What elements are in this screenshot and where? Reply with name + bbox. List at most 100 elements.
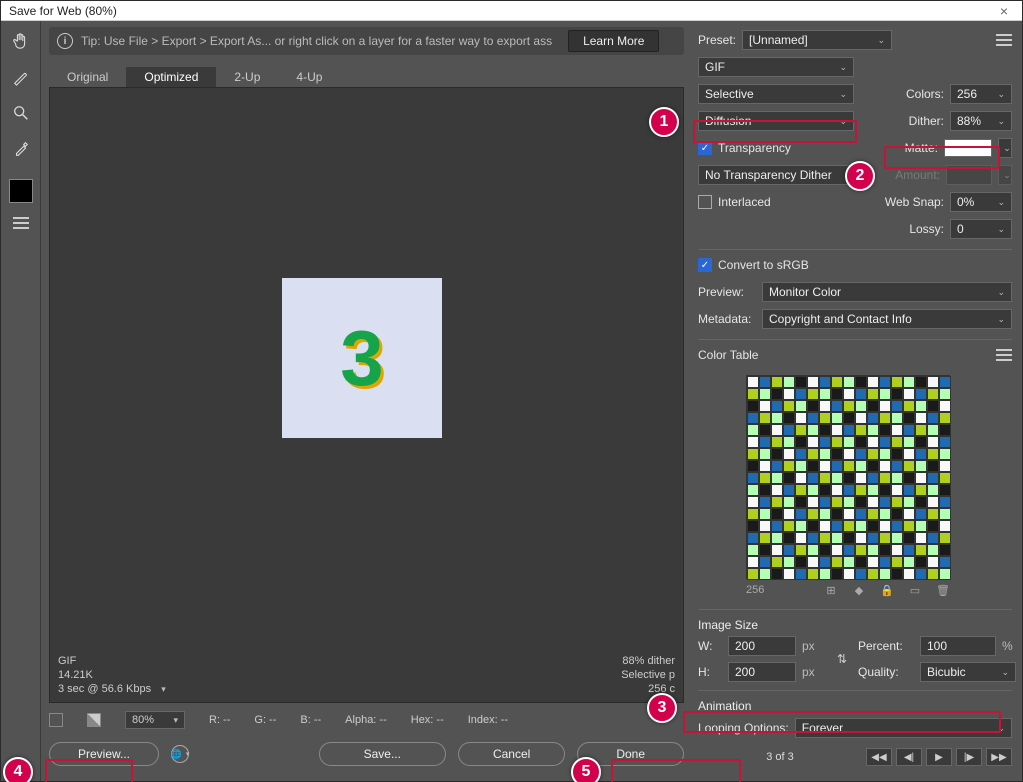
- link-dimensions-icon[interactable]: ⇅: [832, 652, 852, 666]
- zoom-select[interactable]: 80%▾: [125, 711, 185, 729]
- preview-button[interactable]: Preview...: [49, 742, 159, 766]
- color-table-toolbar: 256 ⊞ ◆ 🔒 ▭ 🗑: [746, 583, 950, 597]
- settings-panel: Preset: [Unnamed]⌄ GIF⌄ Selective⌄ Color…: [692, 21, 1022, 781]
- tab-4up[interactable]: 4-Up: [278, 67, 340, 87]
- srgb-checkbox[interactable]: ✓: [698, 258, 712, 272]
- quality-select[interactable]: Bicubic⌄: [920, 662, 1016, 682]
- preview-profile-label: Preview:: [698, 285, 756, 299]
- height-unit: px: [802, 665, 826, 679]
- interlaced-checkbox[interactable]: [698, 195, 712, 209]
- readout-hex: Hex: --: [411, 714, 444, 726]
- interlaced-label: Interlaced: [718, 195, 771, 209]
- cancel-button[interactable]: Cancel: [458, 742, 565, 766]
- animation-label: Animation: [698, 699, 1012, 713]
- metadata-select[interactable]: Copyright and Contact Info⌄: [762, 309, 1012, 329]
- readout-alpha: Alpha: --: [345, 714, 387, 726]
- titlebar: Save for Web (80%) ×: [1, 1, 1022, 21]
- matte-dropdown[interactable]: ⌄: [998, 138, 1012, 158]
- preset-label: Preset:: [698, 33, 736, 47]
- matte-swatch[interactable]: [944, 139, 992, 157]
- window-title: Save for Web (80%): [9, 4, 117, 18]
- lossy-label: Lossy:: [909, 222, 944, 236]
- preview-profile-select[interactable]: Monitor Color⌄: [762, 282, 1012, 302]
- preview-info-left: GIF 14.21K 3 sec @ 56.6 Kbps ▾: [58, 654, 166, 696]
- preview-area[interactable]: 3 GIF 14.21K 3 sec @ 56.6 Kbps ▾ 88% dit…: [49, 87, 684, 703]
- slice-overlay-toggle[interactable]: [87, 713, 101, 727]
- looping-label: Looping Options:: [698, 721, 789, 735]
- transparency-dither-select[interactable]: No Transparency Dither⌄: [698, 165, 868, 185]
- width-label: W:: [698, 639, 722, 653]
- view-tabs: Original Optimized 2-Up 4-Up: [49, 65, 684, 87]
- dither-amount-select[interactable]: 88%⌄: [950, 111, 1012, 131]
- colortable-label: Color Table: [698, 348, 758, 362]
- colortable-count: 256: [746, 584, 764, 596]
- reduction-select[interactable]: Selective⌄: [698, 84, 854, 104]
- info-icon: i: [57, 33, 73, 49]
- width-unit: px: [802, 639, 826, 653]
- looping-select[interactable]: Forever⌄: [795, 718, 1012, 738]
- srgb-label: Convert to sRGB: [718, 258, 809, 272]
- dither-method-select[interactable]: Diffusion⌄: [698, 111, 854, 131]
- height-label: H:: [698, 665, 722, 679]
- last-frame-button[interactable]: ▶▶: [986, 748, 1012, 766]
- amount-field: [946, 165, 992, 185]
- tip-bar: i Tip: Use File > Export > Export As... …: [49, 27, 684, 55]
- eyedropper-tool-icon[interactable]: [7, 135, 35, 163]
- readout-b: B: --: [300, 714, 321, 726]
- amount-label: Amount:: [895, 168, 940, 182]
- lock-color-icon[interactable]: 🔒: [880, 583, 894, 597]
- first-frame-button[interactable]: ◀◀: [866, 748, 892, 766]
- percent-label: Percent:: [858, 639, 914, 653]
- foreground-swatch[interactable]: [9, 179, 33, 203]
- transparency-label: Transparency: [718, 141, 791, 155]
- frame-count: 3 of 3: [698, 751, 862, 763]
- panel-menu-icon[interactable]: [996, 34, 1012, 46]
- color-table-grid[interactable]: [746, 375, 950, 579]
- browser-preview-icon[interactable]: 🌐▾: [171, 745, 189, 763]
- prev-frame-button[interactable]: ◀|: [896, 748, 922, 766]
- tab-optimized[interactable]: Optimized: [126, 67, 216, 87]
- artwork-digit: 3: [340, 313, 383, 404]
- lossy-select[interactable]: 0⌄: [950, 219, 1012, 239]
- annotation-marker-4: 4: [3, 757, 33, 782]
- save-button[interactable]: Save...: [319, 742, 446, 766]
- zoom-status-bar: 80%▾ R: -- G: -- B: -- Alpha: -- Hex: --…: [49, 709, 684, 731]
- annotation-marker-3: 3: [647, 693, 677, 723]
- play-button[interactable]: ▶: [926, 748, 952, 766]
- preset-select[interactable]: [Unnamed]⌄: [742, 30, 892, 50]
- zoom-tool-icon[interactable]: [7, 99, 35, 127]
- matte-label: Matte:: [905, 141, 938, 155]
- websnap-select[interactable]: 0%⌄: [950, 192, 1012, 212]
- delete-color-icon[interactable]: 🗑: [936, 583, 950, 597]
- tab-2up[interactable]: 2-Up: [216, 67, 278, 87]
- colors-label: Colors:: [906, 87, 944, 101]
- height-field[interactable]: 200: [728, 662, 796, 682]
- new-color-icon[interactable]: ▭: [908, 583, 922, 597]
- tool-menu-icon[interactable]: [13, 217, 29, 229]
- readout-g: G: --: [254, 714, 276, 726]
- slice-visibility-toggle[interactable]: [49, 713, 63, 727]
- next-frame-button[interactable]: |▶: [956, 748, 982, 766]
- preview-info-right: 88% dither Selective p 256 c: [621, 654, 675, 696]
- colors-select[interactable]: 256⌄: [950, 84, 1012, 104]
- websnap-label: Web Snap:: [885, 195, 944, 209]
- learn-more-button[interactable]: Learn More: [568, 30, 659, 52]
- shift-color-icon[interactable]: ◆: [852, 583, 866, 597]
- tab-original[interactable]: Original: [49, 67, 126, 87]
- hand-tool-icon[interactable]: [7, 27, 35, 55]
- quality-label: Quality:: [858, 665, 914, 679]
- percent-unit: %: [1002, 639, 1016, 653]
- percent-field[interactable]: 100: [920, 636, 996, 656]
- slice-tool-icon[interactable]: [7, 63, 35, 91]
- width-field[interactable]: 200: [728, 636, 796, 656]
- colortable-menu-icon[interactable]: [996, 349, 1012, 361]
- imagesize-label: Image Size: [698, 618, 1012, 632]
- artboard: 3: [282, 278, 442, 438]
- snap-to-web-icon[interactable]: ⊞: [824, 583, 838, 597]
- format-select[interactable]: GIF⌄: [698, 57, 854, 77]
- transparency-checkbox[interactable]: ✓: [698, 141, 712, 155]
- close-icon[interactable]: ×: [994, 3, 1014, 19]
- amount-dropdown: ⌄: [998, 165, 1012, 185]
- annotation-marker-2: 2: [845, 161, 875, 191]
- annotation-marker-1: 1: [649, 107, 679, 137]
